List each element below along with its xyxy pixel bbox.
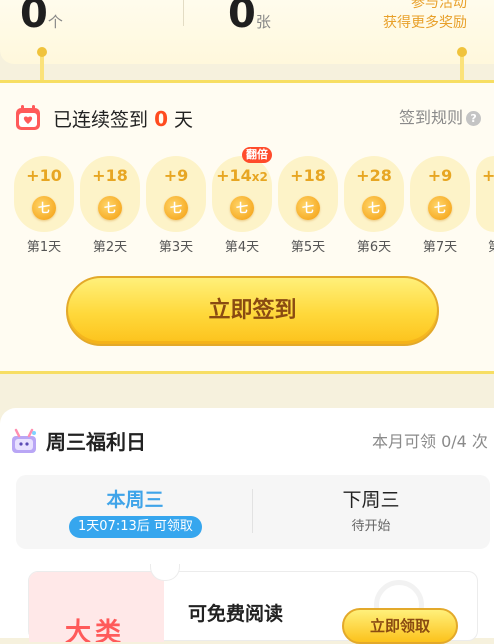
streak-text: 已连续签到 0 天 xyxy=(53,106,193,133)
day-reward-8[interactable]: + xyxy=(476,156,494,232)
day-label: 第1天 xyxy=(26,240,62,255)
monthly-claim-count: 本月可领 0/4 次 xyxy=(372,432,488,451)
day-amount: +18 xyxy=(290,166,326,185)
claim-countdown-badge: 1天07:13后 可领取 xyxy=(69,516,202,538)
day-reward-4[interactable]: +14x2 七 xyxy=(212,156,272,232)
checkin-rules-link[interactable]: 签到规则? xyxy=(399,106,482,130)
day-label: 第3天 xyxy=(158,240,194,255)
stat-divider xyxy=(183,0,184,26)
stat-left: 0个 xyxy=(20,0,63,34)
day-amount: +28 xyxy=(356,166,392,185)
double-reward-badge: 翻倍 xyxy=(242,147,272,163)
day-reward-5[interactable]: +18 七 xyxy=(278,156,338,232)
day-amount: +10 xyxy=(26,166,62,185)
offer-thumbnail-text: 大类 xyxy=(65,618,126,642)
help-icon: ? xyxy=(466,111,482,126)
coin-icon: 七 xyxy=(98,196,122,220)
coin-icon: 七 xyxy=(164,196,188,220)
sign-in-button[interactable]: 立即签到 xyxy=(66,276,439,346)
day-reward-6[interactable]: +28 七 xyxy=(344,156,404,232)
day-reward-2[interactable]: +18 七 xyxy=(80,156,140,232)
coin-icon: 七 xyxy=(32,196,56,220)
day-amount: +18 xyxy=(92,166,128,185)
day-label: 第2天 xyxy=(92,240,128,255)
day-reward-7[interactable]: +9 七 xyxy=(410,156,470,232)
stat-right-unit: 张 xyxy=(255,13,271,31)
coin-icon: 七 xyxy=(428,196,452,220)
day-multiplier: x2 xyxy=(251,170,268,184)
stat-left-value: 0 xyxy=(20,0,48,37)
day-reward-1[interactable]: +10 七 xyxy=(14,156,74,232)
day-label: 第4天 xyxy=(224,240,260,255)
tab-this-wednesday[interactable]: 本周三 xyxy=(60,487,210,513)
claim-offer-button[interactable]: 立即领取 xyxy=(342,608,458,644)
stat-right-value: 0 xyxy=(228,0,256,37)
day-label: 第6天 xyxy=(356,240,392,255)
offer-title: 可免费阅读 xyxy=(188,603,284,625)
coin-icon: 七 xyxy=(230,196,254,220)
wednesday-title: 周三福利日 xyxy=(46,430,146,454)
day-amount: +9 xyxy=(427,166,453,185)
coin-icon: 七 xyxy=(296,196,320,220)
day-reward-3[interactable]: +9 七 xyxy=(146,156,206,232)
day-label: 第 xyxy=(488,236,494,255)
streak-count: 0 xyxy=(154,107,168,131)
day-label: 第7天 xyxy=(422,240,458,255)
offer-thumbnail[interactable]: 大类 xyxy=(29,572,164,642)
day-label: 第5天 xyxy=(290,240,326,255)
tab-next-wednesday[interactable]: 下周三 xyxy=(296,487,446,513)
promo-line-1[interactable]: 参与活动 xyxy=(411,0,467,12)
day-amount: +14x2 xyxy=(216,166,268,185)
gift-box-icon xyxy=(12,428,36,453)
stat-right: 0张 xyxy=(228,0,271,34)
tab-divider xyxy=(252,489,253,533)
day-amount: + xyxy=(482,166,494,185)
coin-icon: 七 xyxy=(362,196,386,220)
calendar-icon xyxy=(16,105,40,130)
rules-label: 签到规则 xyxy=(399,108,464,127)
streak-suffix: 天 xyxy=(174,109,194,131)
streak-prefix: 已连续签到 xyxy=(53,109,149,131)
stat-left-unit: 个 xyxy=(47,13,63,31)
promo-line-2[interactable]: 获得更多奖励 xyxy=(383,12,467,32)
next-wednesday-status: 待开始 xyxy=(351,519,391,534)
day-amount: +9 xyxy=(163,166,189,185)
